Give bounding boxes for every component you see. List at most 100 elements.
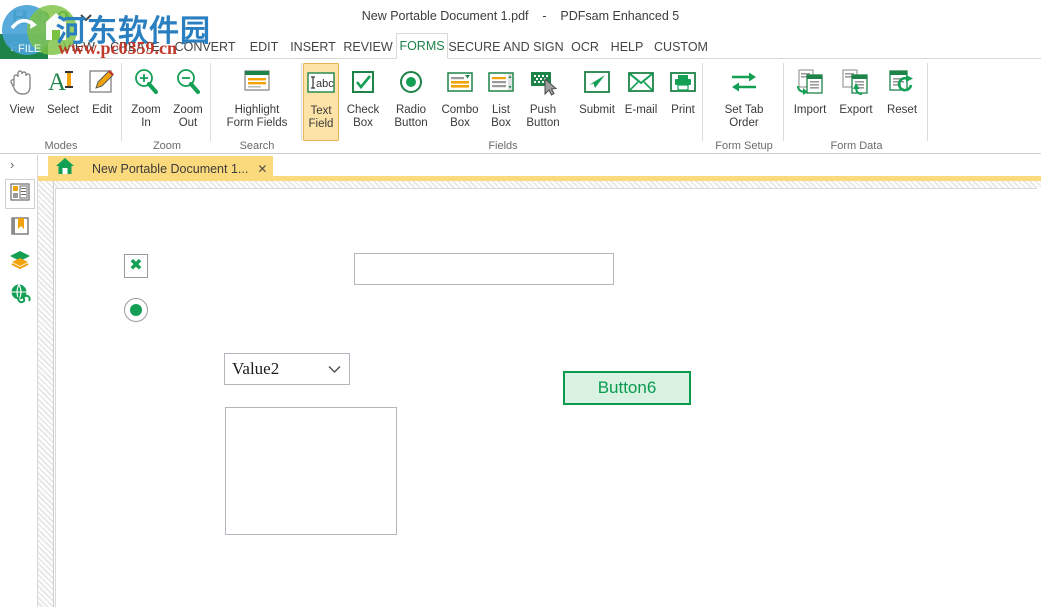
ribbon-group-form-setup: Set Tab Order Form Setup [704, 59, 784, 154]
tab-view[interactable]: VIEW [56, 34, 102, 59]
group-separator [121, 63, 122, 141]
home-tab[interactable] [48, 156, 82, 181]
pages-panel-icon [10, 182, 30, 206]
ribbon-button-export[interactable]: Export [833, 63, 879, 117]
ribbon-button-select[interactable]: A Select [42, 63, 84, 117]
ribbon-group-label: Fields [488, 140, 518, 152]
page-top-hatch [54, 181, 1041, 188]
redo-icon[interactable] [56, 9, 72, 25]
tab-create[interactable]: CREATE [102, 34, 168, 59]
check-box-icon [349, 63, 377, 101]
tab-forms[interactable]: FORMS [396, 33, 448, 59]
push-button-label: Button6 [597, 378, 657, 397]
tab-custom[interactable]: CUSTOM [650, 34, 712, 59]
ribbon-button-print[interactable]: Print [663, 63, 703, 117]
tab-insert[interactable]: INSERT [286, 34, 340, 59]
sidebar-item-bookmarks[interactable] [5, 213, 35, 243]
document-tab[interactable]: New Portable Document 1... ✕ [82, 156, 274, 181]
checkbox-check-icon: ✖ [129, 257, 143, 274]
document-viewport[interactable]: ✖ Value2 Button6 [38, 181, 1041, 607]
ribbon-button-submit[interactable]: Submit [575, 63, 619, 117]
tab-file[interactable]: FILE [0, 34, 48, 59]
tab-ocr[interactable]: OCR [566, 34, 604, 59]
ribbon-group-label: Zoom [152, 140, 182, 152]
zoom-out-icon [173, 63, 203, 101]
import-icon [794, 63, 826, 101]
ribbon-group-zoom: Zoom In Zoom Out Zoom [123, 59, 211, 154]
save-icon[interactable] [12, 9, 28, 25]
ribbon-button-label: View [9, 104, 35, 116]
ribbon-button-zoom-in[interactable]: Zoom In [125, 63, 167, 130]
ribbon-button-edit[interactable]: Edit [84, 63, 120, 117]
combo-box-value: Value2 [232, 359, 280, 378]
radio-button-icon [397, 63, 425, 101]
ribbon-group-label: Modes [44, 140, 78, 152]
home-icon [55, 157, 75, 180]
ribbon-group-modes: View A Select Edit Modes [0, 59, 122, 154]
reset-icon [886, 63, 918, 101]
group-separator [927, 63, 928, 141]
submit-paper-plane-icon [582, 63, 612, 101]
ribbon-button-set-tab-order[interactable]: Set Tab Order [708, 63, 780, 130]
ribbon-button-import[interactable]: Import [787, 63, 833, 117]
tab-secure-and-sign[interactable]: SECURE AND SIGN [448, 34, 563, 59]
ribbon-group-label: Search [239, 140, 275, 152]
ribbon-button-label: E-mail [624, 104, 658, 116]
radio-dot-icon [130, 304, 142, 316]
ribbon-group-label: Form Setup [715, 140, 773, 152]
list-box-field[interactable] [225, 407, 397, 535]
ribbon-button-email[interactable]: E-mail [619, 63, 663, 117]
tab-convert[interactable]: CONVERT [168, 34, 242, 59]
ribbon-group-search: Highlight Form Fields Search [212, 59, 302, 154]
text-field[interactable] [354, 253, 614, 285]
chevron-down-icon [328, 359, 341, 379]
hand-icon [7, 63, 37, 101]
ribbon-button-combo-box[interactable]: Combo Box [437, 63, 483, 130]
push-button-field[interactable]: Button6 [563, 371, 691, 405]
bookmark-icon [10, 216, 30, 241]
ribbon-button-zoom-out[interactable]: Zoom Out [167, 63, 209, 130]
title-bar: New Portable Document 1.pdf - PDFsam Enh… [0, 0, 1041, 34]
ribbon-group-form-data: Import Export Reset Form Data [785, 59, 928, 154]
list-box-icon [486, 63, 516, 101]
ribbon-button-push-button[interactable]: Push Button [519, 63, 567, 130]
ribbon-button-label: Select [47, 104, 79, 116]
sidebar-expand-icon[interactable]: › [10, 157, 14, 172]
ribbon-button-list-box[interactable]: List Box [483, 63, 519, 130]
highlight-form-fields-icon [240, 63, 274, 101]
sidebar-item-attachments[interactable] [5, 281, 35, 311]
ribbon-button-view[interactable]: View [2, 63, 42, 117]
sidebar-item-layers[interactable] [5, 247, 35, 277]
sidebar-item-pages-thumbnails[interactable] [5, 179, 35, 209]
ribbon-button-label: Push Button [526, 104, 560, 129]
ribbon-button-label: Zoom Out [173, 104, 203, 129]
combo-box-icon [445, 63, 475, 101]
text-field-icon: abc [306, 64, 336, 102]
document-tab-label: New Portable Document 1... [92, 161, 249, 176]
tab-edit[interactable]: EDIT [242, 34, 286, 59]
combo-box-field[interactable]: Value2 [224, 353, 350, 385]
tab-review[interactable]: REVIEW [340, 34, 396, 59]
edit-pencil-icon [87, 63, 117, 101]
ribbon-button-label: Check Box [346, 104, 380, 129]
ribbon-button-radio-button[interactable]: Radio Button [385, 63, 437, 130]
text-select-icon: A [47, 63, 79, 101]
close-icon[interactable]: ✕ [257, 162, 267, 176]
ribbon-button-text-field[interactable]: abc Text Field [303, 63, 339, 141]
tab-help[interactable]: HELP [606, 34, 648, 59]
ribbon-button-label: Print [671, 104, 695, 116]
checkbox-field[interactable]: ✖ [124, 254, 148, 278]
ribbon-button-label: Export [839, 104, 873, 116]
set-tab-order-icon [727, 63, 761, 101]
ribbon-button-label: Set Tab Order [724, 104, 764, 129]
radio-button-field[interactable] [124, 298, 148, 322]
ribbon-button-highlight-form-fields[interactable]: Highlight Form Fields [214, 63, 300, 130]
ribbon-button-reset[interactable]: Reset [879, 63, 925, 117]
links-globe-icon [9, 283, 31, 310]
customize-icon[interactable] [78, 9, 94, 25]
undo-icon[interactable] [34, 9, 50, 25]
pdf-page[interactable]: ✖ Value2 Button6 [55, 188, 1037, 607]
page-gutter [38, 181, 54, 607]
ribbon-button-check-box[interactable]: Check Box [341, 63, 385, 130]
ribbon-button-label: Import [793, 104, 827, 116]
